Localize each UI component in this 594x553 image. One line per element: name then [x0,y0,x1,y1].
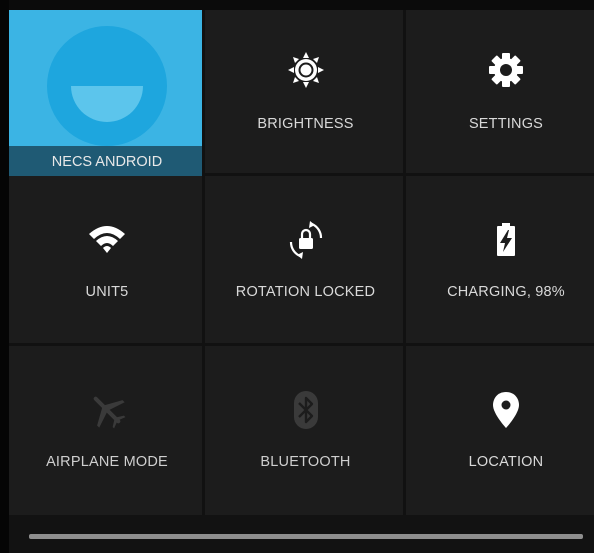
bluetooth-icon [286,390,326,430]
gear-icon [486,50,526,90]
drag-handle[interactable] [29,534,583,539]
user-avatar-icon [47,26,167,146]
brightness-icon [286,50,326,90]
wifi-tile[interactable]: UNIT5 [9,176,205,346]
wifi-icon [87,220,127,260]
quick-settings-panel: NECS ANDROID BRIGHTNESS SETTINGS UNIT5 R… [0,0,594,553]
settings-tile[interactable]: SETTINGS [406,10,594,176]
airplane-label: AIRPLANE MODE [46,454,168,470]
battery-charging-icon [486,220,526,260]
location-label: LOCATION [468,454,544,470]
battery-label: CHARGING, 98% [447,284,565,300]
brightness-label: BRIGHTNESS [257,116,354,132]
rotation-lock-icon [286,220,326,260]
battery-tile[interactable]: CHARGING, 98% [406,176,594,346]
bluetooth-label: BLUETOOTH [260,454,351,470]
wifi-label: UNIT5 [85,284,129,300]
airplane-tile[interactable]: AIRPLANE MODE [9,346,205,515]
bluetooth-tile[interactable]: BLUETOOTH [205,346,406,515]
airplane-icon [87,390,127,430]
rotation-label: ROTATION LOCKED [235,284,376,300]
settings-label: SETTINGS [468,116,544,132]
panel-bottom-bar [9,515,594,553]
location-tile[interactable]: LOCATION [406,346,594,515]
user-tile[interactable]: NECS ANDROID [9,10,205,176]
panel-edge [0,0,9,553]
rotation-tile[interactable]: ROTATION LOCKED [205,176,406,346]
brightness-tile[interactable]: BRIGHTNESS [205,10,406,176]
quick-settings-grid: NECS ANDROID BRIGHTNESS SETTINGS UNIT5 R… [9,10,594,515]
user-label: NECS ANDROID [51,154,163,170]
location-pin-icon [486,390,526,430]
